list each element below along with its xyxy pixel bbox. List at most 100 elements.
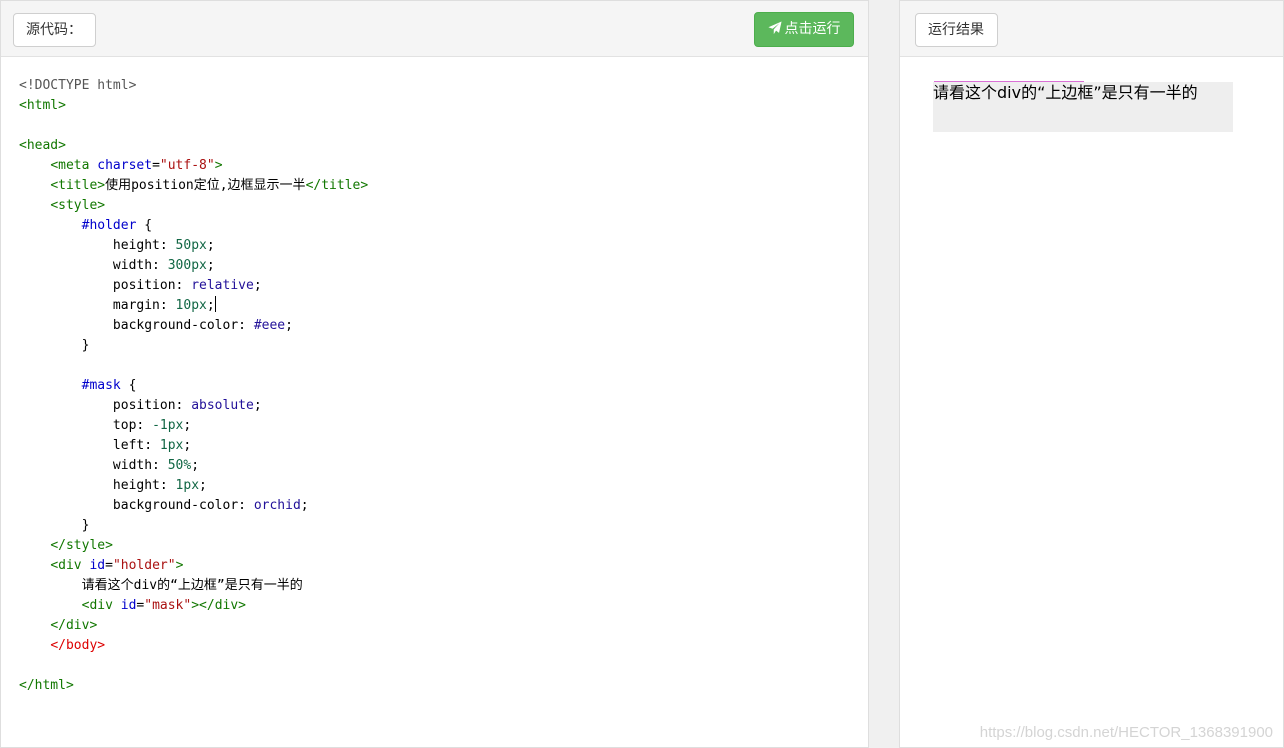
code-line[interactable]: #mask { (19, 376, 868, 396)
code-line[interactable]: <head> (19, 136, 868, 156)
code-token: "utf-8" (159, 158, 215, 173)
code-token: ; (206, 238, 215, 253)
code-line[interactable] (19, 656, 868, 676)
mask-half-border (934, 81, 1084, 82)
code-token: height: (19, 238, 176, 253)
code-line[interactable]: top: -1px; (19, 416, 868, 436)
code-token: width: (19, 258, 168, 273)
code-token: left: (19, 438, 160, 453)
source-panel: 源代码： 点击运行 <!DOCTYPE html> <html> <head> <m… (0, 0, 869, 748)
code-line[interactable]: <!DOCTYPE html> (19, 76, 868, 96)
code-token: <div (50, 558, 90, 573)
watermark: https://blog.csdn.net/HECTOR_1368391900 (979, 724, 1273, 741)
code-token: > (175, 558, 184, 573)
code-line[interactable]: background-color: orchid; (19, 496, 868, 516)
code-token: background-color: (19, 498, 254, 513)
code-token: ; (199, 478, 207, 493)
code-token: <div (81, 598, 121, 613)
code-token: height: (19, 478, 176, 493)
code-token: ; (253, 398, 262, 413)
code-token: ; (183, 438, 192, 453)
code-line[interactable]: </body> (19, 636, 868, 656)
code-token: orchid (253, 498, 301, 513)
code-token: 1px (175, 478, 200, 493)
code-line[interactable]: </div> (19, 616, 868, 636)
code-token: ; (183, 418, 192, 433)
code-token: <!DOCTYPE html> (19, 78, 137, 93)
code-line[interactable]: 请看这个div的“上边框”是只有一半的 (19, 576, 868, 596)
code-token: ; (206, 258, 215, 273)
code-token: = (105, 558, 113, 573)
code-line[interactable] (19, 116, 868, 136)
code-line[interactable]: <div id="mask"></div> (19, 596, 868, 616)
result-preview: 请看这个div的“上边框”是只有一半的 (900, 58, 1283, 747)
code-token: width: (19, 458, 168, 473)
result-panel: 运行结果 请看这个div的“上边框”是只有一半的 https://blog.cs… (899, 0, 1284, 748)
run-button-label: 点击运行 (784, 21, 841, 37)
code-token: absolute (191, 398, 254, 413)
code-token: id (120, 598, 137, 613)
code-token: <html> (19, 98, 66, 113)
code-token: <meta (50, 158, 98, 173)
code-token: ; (285, 318, 293, 333)
code-line[interactable]: height: 1px; (19, 476, 868, 496)
code-token: </html> (19, 678, 74, 693)
code-token: </style> (50, 538, 113, 553)
run-result-label: 运行结果 (915, 13, 998, 47)
code-line[interactable]: </style> (19, 536, 868, 556)
source-code-label: 源代码： (13, 13, 96, 47)
code-token: #holder (81, 218, 137, 233)
code-token: #mask (81, 378, 121, 393)
code-token: margin: (19, 298, 176, 313)
text-cursor (214, 296, 216, 312)
code-token: charset (97, 158, 153, 173)
code-token: 10px (175, 298, 207, 313)
code-line[interactable]: position: relative; (19, 276, 868, 296)
code-token: 使用position定位,边框显示一半 (105, 178, 306, 193)
code-line[interactable]: </html> (19, 676, 868, 696)
code-token: position: (19, 278, 192, 293)
code-token: 请看这个div的“上边框”是只有一半的 (19, 578, 303, 593)
code-line[interactable]: background-color: #eee; (19, 316, 868, 336)
code-token: position: (19, 398, 192, 413)
code-token: 300px (167, 258, 207, 273)
code-token: #eee (253, 318, 286, 333)
code-line[interactable]: <style> (19, 196, 868, 216)
code-line[interactable]: <meta charset="utf-8"> (19, 156, 868, 176)
code-line[interactable]: <title>使用position定位,边框显示一半</title> (19, 176, 868, 196)
code-line[interactable]: } (19, 336, 868, 356)
run-button[interactable]: 点击运行 (754, 12, 854, 47)
code-line[interactable]: } (19, 516, 868, 536)
code-token: relative (191, 278, 254, 293)
code-line[interactable]: margin: 10px; (19, 296, 868, 316)
code-line[interactable]: <div id="holder"> (19, 556, 868, 576)
code-editor[interactable]: <!DOCTYPE html> <html> <head> <meta charse… (19, 76, 868, 747)
code-line[interactable]: width: 50%; (19, 456, 868, 476)
holder-box: 请看这个div的“上边框”是只有一半的 (933, 81, 1233, 132)
code-token: -1px (152, 418, 184, 433)
paper-plane-icon (767, 21, 782, 35)
code-token: </body> (50, 638, 106, 653)
code-token: 1px (159, 438, 184, 453)
code-line[interactable] (19, 356, 868, 376)
code-line[interactable]: position: absolute; (19, 396, 868, 416)
result-panel-header: 运行结果 (900, 1, 1283, 57)
code-token: ></div> (191, 598, 247, 613)
code-line[interactable]: height: 50px; (19, 236, 868, 256)
holder-text: 请看这个div的“上边框”是只有一半的 (933, 83, 1198, 102)
code-line[interactable]: <html> (19, 96, 868, 116)
code-line[interactable]: left: 1px; (19, 436, 868, 456)
code-line[interactable]: width: 300px; (19, 256, 868, 276)
code-token: top: (19, 418, 153, 433)
code-token: <head> (19, 138, 66, 153)
code-line[interactable]: #holder { (19, 216, 868, 236)
code-token: </title> (305, 178, 369, 193)
source-panel-header: 源代码： 点击运行 (1, 1, 868, 57)
